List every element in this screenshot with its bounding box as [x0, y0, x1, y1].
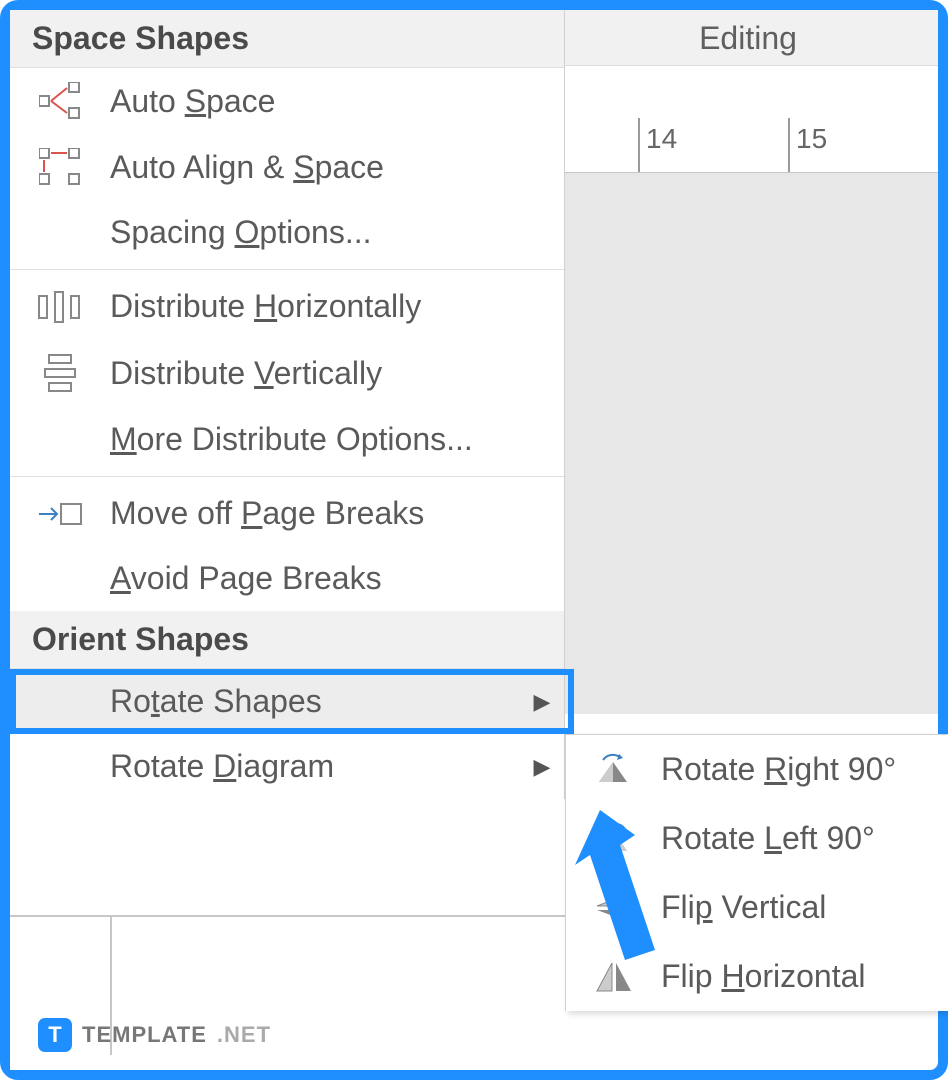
menu-rotate-shapes[interactable]: Rotate Shapes ▶ — [10, 669, 564, 734]
watermark: T TEMPLATE .NET — [38, 1018, 271, 1052]
menu-auto-space[interactable]: Auto Space — [10, 68, 564, 134]
menu-rotate-diagram[interactable]: Rotate Diagram ▶ — [10, 734, 564, 799]
canvas-area — [558, 173, 938, 714]
distribute-horizontal-icon — [10, 290, 110, 324]
horizontal-ruler: 14 15 — [558, 118, 938, 173]
menu-move-off-page-breaks[interactable]: Move off Page Breaks — [10, 481, 564, 546]
menu-more-distribute-options[interactable]: More Distribute Options... — [10, 407, 564, 472]
menu-label: Auto Space — [110, 83, 564, 120]
menu-label: Flip Horizontal — [661, 958, 948, 995]
menu-label: Rotate Left 90° — [661, 820, 948, 857]
menu-spacing-options[interactable]: Spacing Options... — [10, 200, 564, 265]
watermark-logo: T — [38, 1018, 72, 1052]
ruler-tick-14: 14 — [638, 118, 677, 172]
menu-avoid-page-breaks[interactable]: Avoid Page Breaks — [10, 546, 564, 611]
menu-label: Rotate Shapes — [110, 683, 520, 720]
separator — [10, 476, 564, 477]
menu-label: Flip Vertical — [661, 889, 948, 926]
flip-vertical-icon — [566, 890, 661, 926]
watermark-suffix: .NET — [217, 1022, 271, 1048]
separator — [10, 269, 564, 270]
submenu-rotate-left[interactable]: Rotate Left 90° — [566, 804, 948, 873]
submenu-arrow-icon: ▶ — [520, 754, 564, 780]
ruler-line — [10, 915, 565, 917]
submenu-arrow-icon: ▶ — [520, 689, 564, 715]
rotate-shapes-submenu: Rotate Right 90° Rotate Left 90° Flip Ve… — [565, 734, 948, 1011]
rotate-right-icon — [566, 752, 661, 788]
rotate-left-icon — [566, 821, 661, 857]
submenu-flip-horizontal[interactable]: Flip Horizontal — [566, 942, 948, 1011]
menu-label: Rotate Right 90° — [661, 751, 948, 788]
position-menu: Space Shapes Auto Space Auto Align & Spa… — [10, 10, 565, 799]
menu-distribute-horizontally[interactable]: Distribute Horizontally — [10, 274, 564, 339]
submenu-flip-vertical[interactable]: Flip Vertical — [566, 873, 948, 942]
submenu-rotate-right[interactable]: Rotate Right 90° — [566, 735, 948, 804]
menu-label: Avoid Page Breaks — [110, 560, 564, 597]
section-space-shapes: Space Shapes — [10, 10, 564, 68]
watermark-brand: TEMPLATE — [82, 1022, 207, 1048]
auto-align-space-icon — [10, 148, 110, 186]
auto-space-icon — [10, 82, 110, 120]
menu-label: Spacing Options... — [110, 214, 564, 251]
menu-distribute-vertically[interactable]: Distribute Vertically — [10, 339, 564, 407]
menu-label: Distribute Horizontally — [110, 288, 564, 325]
ruler-tick-15: 15 — [788, 118, 827, 172]
menu-label: Rotate Diagram — [110, 748, 520, 785]
menu-label: Distribute Vertically — [110, 355, 564, 392]
menu-label: More Distribute Options... — [110, 421, 564, 458]
flip-horizontal-icon — [566, 959, 661, 995]
distribute-vertical-icon — [10, 353, 110, 393]
move-off-page-breaks-icon — [10, 496, 110, 532]
menu-label: Auto Align & Space — [110, 149, 564, 186]
menu-auto-align-space[interactable]: Auto Align & Space — [10, 134, 564, 200]
screenshot-frame: Editing 14 15 Space Shapes Auto Space Au… — [0, 0, 948, 1080]
ribbon-group-editing: Editing — [558, 10, 938, 66]
menu-label: Move off Page Breaks — [110, 495, 564, 532]
section-orient-shapes: Orient Shapes — [10, 611, 564, 669]
